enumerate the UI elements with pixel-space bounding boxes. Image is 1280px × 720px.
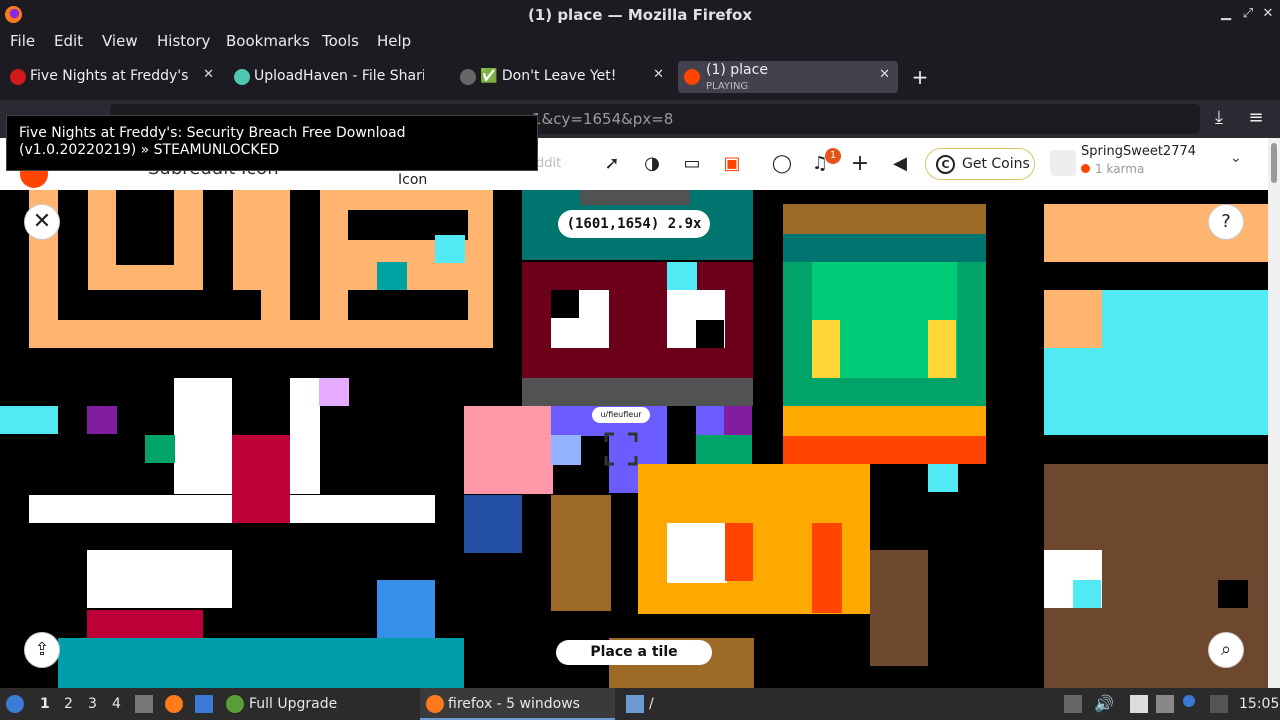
search-icon[interactable]: ⌕ [1208, 632, 1244, 668]
page-scrollbar[interactable] [1268, 138, 1280, 688]
minimize-button[interactable]: ▁ [1218, 5, 1234, 23]
tab-favicon-icon [10, 69, 26, 85]
tab-favicon-icon [460, 69, 476, 85]
place-tile-button[interactable]: Place a tile [556, 640, 712, 665]
popular-icon[interactable]: ➚ [600, 152, 624, 176]
window-title: (1) place — Mozilla Firefox [527, 6, 753, 24]
username: SpringSweet2774 [1081, 144, 1197, 159]
workspace-2[interactable]: 2 [64, 696, 73, 712]
tile-reticle-icon [604, 432, 638, 466]
tab-label: UploadHaven - File Sharin [254, 68, 424, 84]
karma-count: 1 karma [1095, 162, 1145, 176]
tab-label: (1) place [706, 62, 768, 78]
close-window-button[interactable]: ✕ [1260, 5, 1276, 23]
menu-edit[interactable]: Edit [54, 32, 83, 50]
tab-uploadhaven[interactable]: UploadHaven - File Sharin [228, 61, 450, 93]
menu-bar: File Edit View History Bookmarks Tools H… [0, 29, 1280, 54]
taskbar: 1 2 3 4 Full Upgrade firefox - 5 windows… [0, 688, 1280, 720]
tray-icon[interactable] [1064, 695, 1082, 713]
menu-bookmarks[interactable]: Bookmarks [226, 32, 310, 50]
place-logo-icon[interactable]: ▣ [720, 152, 744, 176]
coin-icon[interactable]: ◑ [640, 152, 664, 176]
help-button[interactable]: ? [1208, 204, 1244, 240]
tab-label: ✅ Don't Leave Yet! [480, 68, 617, 84]
folder-icon [626, 695, 644, 713]
menu-help[interactable]: Help [377, 32, 411, 50]
downloads-icon[interactable]: ⤓ [1208, 107, 1230, 131]
close-place-button[interactable]: ✕ [24, 204, 60, 240]
coordinates-display: (1601,1654) 2.9x [558, 210, 710, 238]
firefox-launcher-icon[interactable] [165, 695, 183, 713]
keyboard-icon[interactable] [1210, 695, 1228, 713]
close-tab-icon[interactable]: ✕ [653, 67, 664, 82]
folder-task[interactable]: / [649, 696, 654, 712]
avatar [1050, 150, 1076, 176]
workspace-3[interactable]: 3 [88, 696, 97, 712]
new-tab-button[interactable]: + [910, 66, 930, 88]
firefox-icon [426, 695, 444, 713]
karma-icon [1081, 164, 1090, 173]
menu-file[interactable]: File [10, 32, 35, 50]
close-tab-icon[interactable]: ✕ [203, 67, 214, 82]
chat-icon[interactable]: ◯ [770, 152, 794, 176]
video-icon[interactable]: ▭ [680, 152, 704, 176]
reddit-favicon-icon [684, 69, 700, 85]
chevron-down-icon: ⌄ [1230, 150, 1242, 166]
notification-badge: 1 [825, 148, 841, 164]
clipboard-icon[interactable] [1130, 695, 1148, 713]
menu-view[interactable]: View [102, 32, 138, 50]
create-post-icon[interactable]: + [848, 152, 872, 176]
advertise-icon[interactable]: ◀ [888, 152, 912, 176]
share-button[interactable]: ⇪ [24, 632, 60, 668]
window-icon[interactable] [195, 695, 213, 713]
coins-icon: C [936, 155, 955, 174]
network-icon[interactable] [1156, 695, 1174, 713]
tab-label: Five Nights at Freddy's: [30, 68, 190, 84]
tab-bar: Five Nights at Freddy's: ✕ UploadHaven -… [0, 54, 1280, 100]
maximize-button[interactable]: ⤢ [1240, 5, 1256, 23]
workspace-4[interactable]: 4 [112, 696, 121, 712]
get-coins-button[interactable]: C Get Coins [925, 148, 1035, 180]
menu-tools[interactable]: Tools [322, 32, 359, 50]
url-text: 1&cy=1654&px=8 [532, 110, 674, 128]
icon-label: Icon [398, 172, 428, 188]
tab-fnaf[interactable]: Five Nights at Freddy's: ✕ [4, 61, 222, 93]
workspace-1[interactable]: 1 [40, 696, 50, 712]
full-upgrade-task[interactable]: Full Upgrade [249, 696, 337, 712]
tab-place[interactable]: (1) place PLAYING ✕ [678, 61, 898, 93]
start-menu-icon[interactable] [6, 695, 24, 713]
close-tab-icon[interactable]: ✕ [879, 67, 890, 82]
tab-dont-leave[interactable]: ✅ Don't Leave Yet! ✕ [454, 61, 672, 93]
tab-favicon-icon [234, 69, 250, 85]
window-titlebar: (1) place — Mozilla Firefox ▁ ⤢ ✕ [0, 0, 1280, 29]
hamburger-menu-icon[interactable]: ≡ [1245, 107, 1267, 131]
search-input[interactable]: ddit [536, 156, 561, 171]
file-manager-icon[interactable] [135, 695, 153, 713]
firefox-task[interactable]: firefox - 5 windows [420, 688, 615, 720]
tab-tooltip: Five Nights at Freddy's: Security Breach… [6, 115, 538, 171]
update-icon[interactable] [1183, 695, 1195, 707]
tab-playing-label: PLAYING [706, 81, 749, 92]
pixel-author-tag: u/fieufleur [592, 407, 650, 423]
volume-icon[interactable]: 🔊 [1094, 694, 1114, 713]
menu-history[interactable]: History [157, 32, 210, 50]
gear-icon [226, 695, 244, 713]
clock: 15:05 [1239, 696, 1280, 712]
